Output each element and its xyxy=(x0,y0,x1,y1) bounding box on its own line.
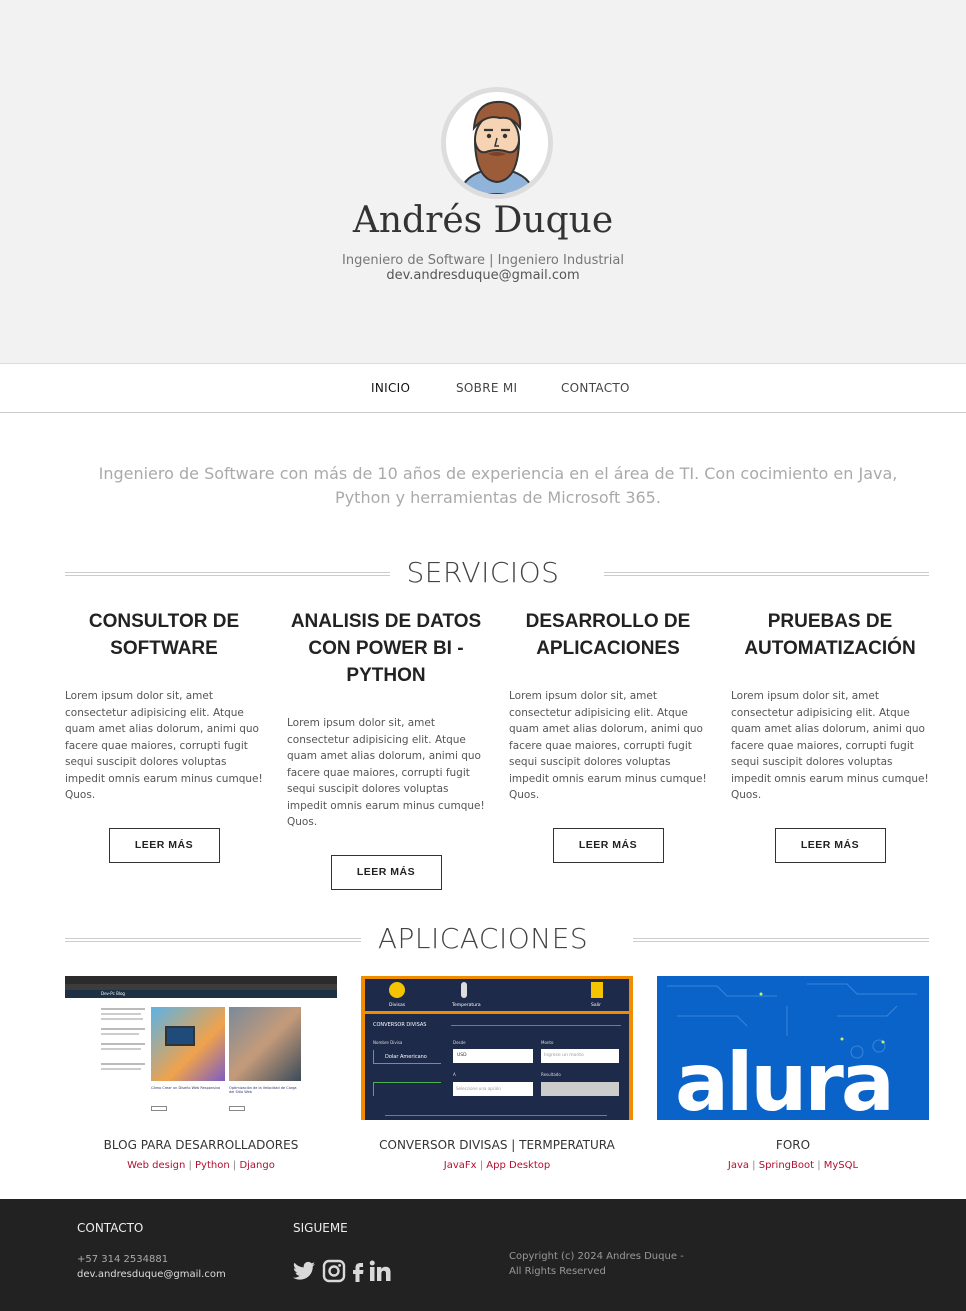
bearded-man-avatar-icon xyxy=(446,92,548,194)
app-title: BLOG PARA DESARROLLADORES xyxy=(103,1138,299,1152)
footer-follow-heading: SIGUEME xyxy=(293,1221,348,1235)
blog-screenshot[interactable]: Dev-Pc Blog Cómo Crear un Diseño Web Res… xyxy=(65,976,337,1120)
service-card: ANALISIS DE DATOS CON POWER BI - PYTHON … xyxy=(287,608,485,890)
converter-screenshot[interactable]: Divisas Temperatura Salir CONVERSOR DIVI… xyxy=(361,976,633,1120)
alura-logo: alura xyxy=(675,1036,895,1121)
tag-link[interactable]: Python xyxy=(195,1160,230,1171)
copyright: Copyright (c) 2024 Andres Duque - All Ri… xyxy=(509,1251,684,1277)
coin-icon xyxy=(389,982,405,998)
blog-caption: Cómo Crear un Diseño Web Responsivo xyxy=(151,1086,221,1090)
thermometer-icon xyxy=(461,982,467,998)
service-text: Lorem ipsum dolor sit, amet consectetur … xyxy=(287,717,485,828)
read-more-button[interactable]: LEER MÁS xyxy=(108,827,220,863)
tag-link[interactable]: Java xyxy=(728,1160,749,1171)
avatar xyxy=(441,87,553,199)
tag-link[interactable]: Web design xyxy=(127,1160,185,1171)
blog-caption: Optimización de la Velocidad de Carga de… xyxy=(229,1086,297,1094)
service-text: Lorem ipsum dolor sit, amet consectetur … xyxy=(731,690,929,801)
alura-screenshot[interactable]: alura xyxy=(657,976,929,1120)
profile-email[interactable]: dev.andresduque@gmail.com xyxy=(0,268,966,283)
main-nav: INICIO SOBRE MI CONTACTO xyxy=(0,364,966,413)
service-title: PRUEBAS DE AUTOMATIZACIÓN xyxy=(744,611,916,659)
app-card-converter[interactable]: Divisas Temperatura Salir CONVERSOR DIVI… xyxy=(361,976,633,1171)
app-title: FORO xyxy=(775,1138,811,1152)
read-more-button[interactable]: LEER MÁS xyxy=(552,827,664,863)
converter-label: Nombre Divisa xyxy=(373,1040,403,1045)
footer: CONTACTO +57 314 2534881 dev.andresduque… xyxy=(0,1199,966,1311)
service-title: CONSULTOR DE SOFTWARE xyxy=(88,611,240,659)
nav-item-inicio[interactable]: INICIO xyxy=(371,381,410,395)
currency-name: Dolar Americano xyxy=(385,1054,427,1060)
converter-tab: Temperatura xyxy=(452,1003,481,1008)
nav-item-sobre-mi[interactable]: SOBRE MI xyxy=(456,381,517,395)
to-select: Seleccione una opción xyxy=(456,1086,501,1091)
blog-brand: Dev-Pc Blog xyxy=(101,991,125,996)
from-select: USD xyxy=(457,1053,467,1058)
profile-subtitle: Ingeniero de Software | Ingeniero Indust… xyxy=(342,253,624,268)
footer-contact-heading: CONTACTO xyxy=(77,1221,144,1235)
intro-text: Ingeniero de Software con más de 10 años… xyxy=(98,464,898,507)
instagram-icon[interactable] xyxy=(322,1259,346,1283)
read-more-button[interactable]: LEER MÁS xyxy=(774,827,886,863)
nav-item-contacto[interactable]: CONTACTO xyxy=(561,381,630,395)
tag-link[interactable]: Django xyxy=(239,1160,274,1171)
service-card: CONSULTOR DE SOFTWARE Lorem ipsum dolor … xyxy=(65,608,263,863)
app-tags: Web design | Python | Django xyxy=(127,1160,275,1171)
tag-link[interactable]: MySQL xyxy=(824,1160,858,1171)
facebook-icon[interactable] xyxy=(346,1259,370,1283)
app-tags: Java | SpringBoot | MySQL xyxy=(727,1160,859,1171)
converter-label: Monto xyxy=(541,1040,554,1045)
read-more-button[interactable]: LEER MÁS xyxy=(330,854,442,890)
tag-link[interactable]: SpringBoot xyxy=(759,1160,814,1171)
apps-heading: APLICACIONES xyxy=(377,922,589,955)
service-title: ANALISIS DE DATOS CON POWER BI - PYTHON xyxy=(290,611,482,686)
exit-icon xyxy=(591,982,603,998)
footer-email[interactable]: dev.andresduque@gmail.com xyxy=(77,1269,226,1280)
amount-input: Ingrese un monto xyxy=(544,1053,584,1058)
converter-label: A xyxy=(453,1072,456,1077)
service-title: DESARROLLO DE APLICACIONES xyxy=(525,611,691,659)
profile-header: Andrés Duque Ingeniero de Software | Ing… xyxy=(0,0,966,364)
converter-title: CONVERSOR DIVISAS xyxy=(373,1022,427,1028)
linkedin-icon[interactable] xyxy=(368,1259,392,1283)
service-card: DESARROLLO DE APLICACIONES Lorem ipsum d… xyxy=(509,608,707,863)
app-card-forum[interactable]: alura FORO Java | SpringBoot | MySQL xyxy=(657,976,929,1171)
app-tags: JavaFx | App Desktop xyxy=(443,1160,551,1171)
services-heading: SERVICIOS xyxy=(406,556,560,589)
profile-name: Andrés Duque xyxy=(352,200,614,241)
converter-label: Resultado xyxy=(541,1072,561,1077)
converter-tab: Salir xyxy=(591,1003,601,1008)
footer-phone: +57 314 2534881 xyxy=(77,1254,169,1265)
service-text: Lorem ipsum dolor sit, amet consectetur … xyxy=(509,690,707,801)
tag-link[interactable]: JavaFx xyxy=(444,1160,477,1171)
service-text: Lorem ipsum dolor sit, amet consectetur … xyxy=(65,690,263,801)
app-card-blog[interactable]: Dev-Pc Blog Cómo Crear un Diseño Web Res… xyxy=(65,976,337,1171)
converter-tab: Divisas xyxy=(389,1003,406,1008)
tag-link[interactable]: App Desktop xyxy=(486,1160,550,1171)
app-title: CONVERSOR DIVISAS | TERMPERATURA xyxy=(379,1138,615,1152)
twitter-icon[interactable] xyxy=(292,1259,316,1283)
service-card: PRUEBAS DE AUTOMATIZACIÓN Lorem ipsum do… xyxy=(731,608,929,863)
converter-label: Desde xyxy=(453,1040,466,1045)
